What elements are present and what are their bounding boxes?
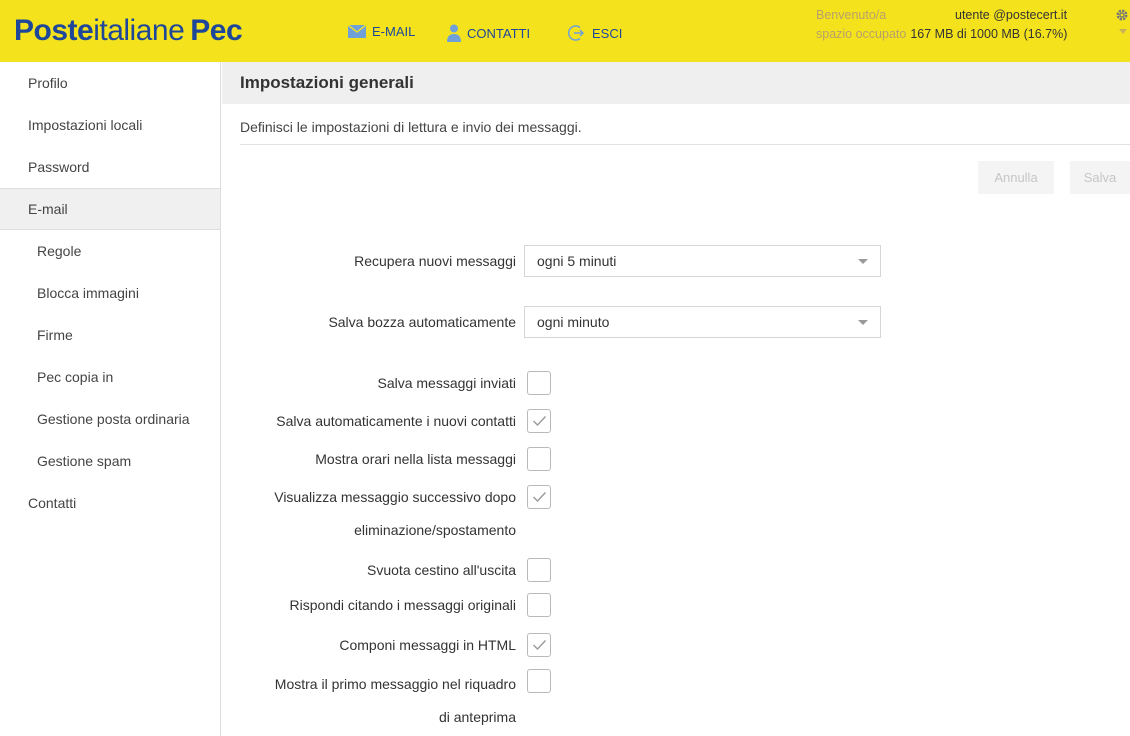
draft-autosave-select[interactable]: ogni minuto [524, 306, 881, 338]
option-label: Visualizza messaggio successivo dopo [274, 489, 516, 505]
nav-contatti-label: CONTATTI [467, 25, 531, 41]
logo-poste: Poste [14, 14, 94, 47]
sidebar-item-contatti[interactable]: Contatti [0, 482, 220, 524]
nav-contatti[interactable]: CONTATTI [447, 24, 530, 42]
option-label: Mostra orari nella lista messaggi [315, 451, 516, 467]
sidebar-item-gestione-posta-ordinaria[interactable]: Gestione posta ordinaria [0, 398, 220, 440]
cancel-button[interactable]: Annulla [978, 161, 1054, 194]
title-bar: Impostazioni generali [222, 62, 1130, 104]
divider [240, 144, 1130, 145]
chevron-down-icon [858, 320, 868, 325]
option-label: Salva automaticamente i nuovi contatti [276, 413, 516, 429]
sidebar-item-blocca-immagini[interactable]: Blocca immagini [0, 272, 220, 314]
option-label: Rispondi citando i messaggi originali [289, 597, 516, 613]
nav-esci-label: ESCI [592, 25, 623, 41]
option-label-line2: eliminazione/spostamento [354, 522, 516, 538]
account-info: Benvenuto/a utente @postecert.it spazio … [816, 6, 1130, 44]
nav-email-label: E-MAIL [372, 24, 416, 39]
gear-icon[interactable] [1115, 8, 1129, 22]
save-button[interactable]: Salva [1070, 161, 1130, 194]
chevron-down-icon [858, 259, 868, 264]
draft-autosave-value: ogni minuto [537, 314, 610, 330]
show-next-message-checkbox[interactable] [527, 485, 551, 509]
page-title: Impostazioni generali [240, 73, 414, 92]
option-label: Salva messaggi inviati [377, 375, 516, 391]
poste-italiane-pec-logo[interactable]: Posteitaliane Pec [14, 14, 243, 48]
reply-quoting-checkbox[interactable] [527, 593, 551, 617]
space-used-value: 167 MB di 1000 MB (16.7%) [910, 27, 1068, 41]
empty-trash-checkbox[interactable] [527, 558, 551, 582]
envelope-icon [348, 25, 366, 38]
page-description: Definisci le impostazioni di lettura e i… [240, 119, 582, 135]
option-label: Svuota cestino all'uscita [367, 562, 516, 578]
user-icon [447, 24, 461, 42]
caret-down-icon[interactable] [1119, 29, 1127, 34]
sidebar-item-pec-copia-in[interactable]: Pec copia in [0, 356, 220, 398]
space-used-label: spazio occupato [816, 27, 907, 41]
settings-sidebar: Profilo Impostazioni locali Password E-m… [0, 62, 221, 736]
sidebar-item-impostazioni-locali[interactable]: Impostazioni locali [0, 104, 220, 146]
check-icon [533, 492, 547, 503]
auto-save-contacts-checkbox[interactable] [527, 409, 551, 433]
option-label: Mostra il primo messaggio nel riquadro [274, 676, 516, 692]
draft-autosave-label: Salva bozza automaticamente [328, 314, 516, 330]
sidebar-item-password[interactable]: Password [0, 146, 220, 188]
sidebar-item-gestione-spam[interactable]: Gestione spam [0, 440, 220, 482]
fetch-interval-value: ogni 5 minuti [537, 253, 617, 269]
sidebar-item-firme[interactable]: Firme [0, 314, 220, 356]
check-icon [533, 416, 547, 427]
show-times-checkbox[interactable] [527, 447, 551, 471]
nav-email[interactable]: E-MAIL [348, 24, 415, 39]
save-sent-checkbox[interactable] [527, 371, 551, 395]
settings-panel: Impostazioni generali Definisci le impos… [222, 62, 1130, 736]
fetch-interval-select[interactable]: ogni 5 minuti [524, 245, 881, 277]
check-icon [533, 640, 547, 651]
option-label: Componi messaggi in HTML [339, 637, 516, 653]
logo-italiane: italiane [93, 14, 185, 47]
sidebar-item-regole[interactable]: Regole [0, 230, 220, 272]
logo-pec: Pec [190, 14, 243, 47]
sidebar-item-profilo[interactable]: Profilo [0, 62, 220, 104]
sidebar-item-email[interactable]: E-mail [0, 188, 220, 230]
logout-icon [568, 25, 585, 41]
nav-esci[interactable]: ESCI [568, 24, 622, 42]
user-email: utente @postecert.it [955, 8, 1068, 22]
fetch-interval-label: Recupera nuovi messaggi [354, 253, 516, 269]
welcome-text: Benvenuto/a [816, 8, 887, 22]
option-label-line2: di anteprima [438, 709, 516, 725]
show-first-message-preview-checkbox[interactable] [527, 669, 551, 693]
compose-html-checkbox[interactable] [527, 633, 551, 657]
top-header: Posteitaliane Pec E-MAIL CONTATTI ESCI Be… [0, 0, 1130, 62]
